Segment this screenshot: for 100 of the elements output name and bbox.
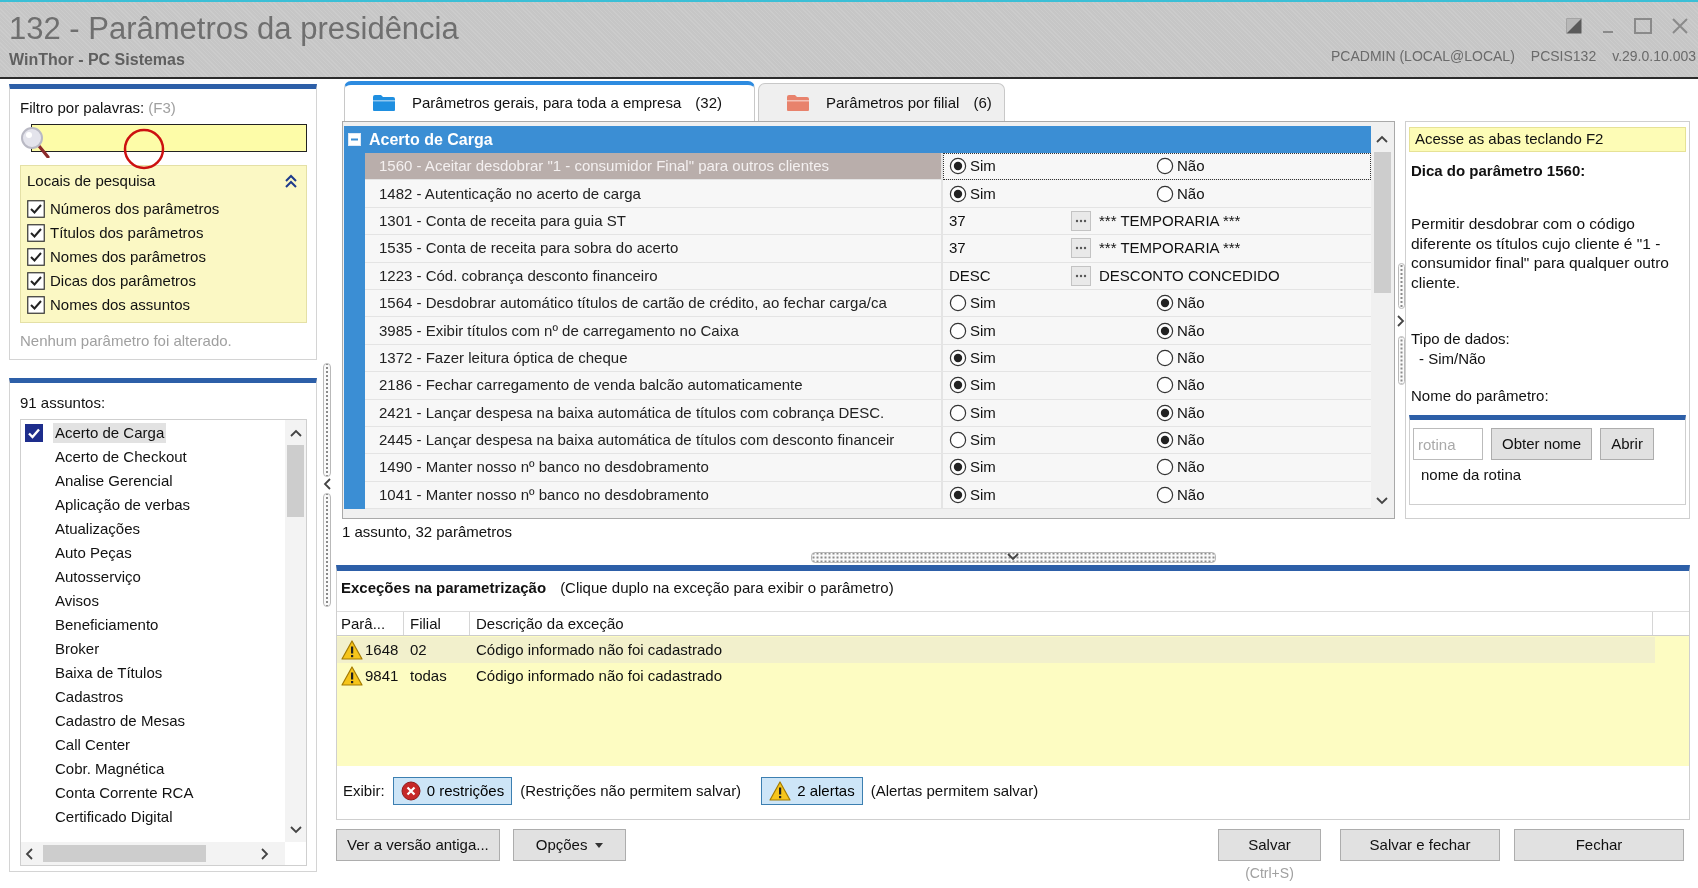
- scroll-right-icon[interactable]: [261, 847, 269, 860]
- checkbox-option[interactable]: Títulos dos parâmetros: [27, 221, 298, 245]
- subject-item[interactable]: Baixa de Títulos: [21, 661, 285, 685]
- subject-item[interactable]: Cadastros: [21, 685, 285, 709]
- subject-item[interactable]: Atualizações: [21, 517, 285, 541]
- radio-option[interactable]: Não: [1156, 403, 1205, 422]
- column-header[interactable]: Descrição da exceção: [470, 612, 1653, 635]
- subject-item[interactable]: Acerto de Carga: [21, 421, 285, 445]
- exception-row[interactable]: 1648 02 Código informado não foi cadastrado: [337, 637, 1655, 663]
- hint-title: Dica do parâmetro 1560:: [1410, 162, 1587, 180]
- radio-option[interactable]: Sim: [949, 184, 996, 203]
- parameter-name[interactable]: 1490 - Manter nosso nº banco no desdobramento: [365, 454, 943, 482]
- radio-option[interactable]: Não: [1156, 321, 1205, 340]
- filter-toggle[interactable]: 0 restrições: [392, 777, 513, 805]
- subject-item[interactable]: Call Center: [21, 733, 285, 757]
- checkbox-option[interactable]: Nomes dos parâmetros: [27, 245, 298, 269]
- radio-option[interactable]: Sim: [949, 376, 996, 395]
- subject-item[interactable]: Conta Corrente RCA: [21, 781, 285, 805]
- warning-icon: [341, 666, 363, 686]
- parameter-name[interactable]: 3985 - Exibir títulos com nº de carregamento no Caixa: [365, 317, 943, 345]
- checkbox-option[interactable]: Dicas dos parâmetros: [27, 269, 298, 293]
- radio-option[interactable]: Não: [1156, 458, 1205, 477]
- half-filled-square-icon[interactable]: [1566, 18, 1582, 34]
- scroll-thumb[interactable]: [1373, 152, 1391, 293]
- lookup-button[interactable]: [1071, 265, 1091, 286]
- radio-option[interactable]: Não: [1156, 294, 1205, 313]
- checkbox-option[interactable]: Números dos parâmetros: [27, 197, 298, 221]
- radio-option[interactable]: Não: [1156, 157, 1205, 176]
- search-field[interactable]: [31, 124, 307, 152]
- splitter-grip[interactable]: [322, 363, 331, 477]
- parameter-name[interactable]: 2445 - Lançar despesa na baixa automática de títulos com desconto financeir: [365, 426, 943, 455]
- subject-item[interactable]: Cadastro de Mesas: [21, 709, 285, 733]
- parameter-name[interactable]: 2186 - Fechar carregamento de venda balcão automaticamente: [365, 372, 943, 400]
- parameter-name[interactable]: 1223 - Cód. cobrança desconto financeiro: [365, 262, 943, 290]
- parameter-name[interactable]: 1301 - Conta de receita para guia ST: [365, 207, 943, 236]
- chevron-left-icon[interactable]: [322, 478, 331, 490]
- parameter-name[interactable]: 1482 - Autenticação no acerto de carga: [365, 180, 943, 208]
- radio-option[interactable]: Não: [1156, 376, 1205, 395]
- action-button[interactable]: Ver a versão antiga...: [336, 829, 500, 861]
- routine-field[interactable]: rotina: [1413, 428, 1483, 460]
- tab[interactable]: Parâmetros por filial (6): [758, 83, 1005, 121]
- subject-item[interactable]: Cobr. Magnética: [21, 757, 285, 781]
- radio-option[interactable]: Sim: [949, 431, 996, 450]
- chevron-down-icon[interactable]: [1007, 553, 1019, 561]
- subject-item[interactable]: Broker: [21, 637, 285, 661]
- radio-option[interactable]: Sim: [949, 348, 996, 367]
- column-header[interactable]: Filial: [404, 612, 470, 635]
- exception-row[interactable]: 9841 todas Código informado não foi cadastrado: [337, 663, 1655, 689]
- parameter-name[interactable]: 2421 - Lançar despesa na baixa automática de títulos com cobrança DESC.: [365, 399, 943, 427]
- radio-option[interactable]: Sim: [949, 157, 996, 176]
- radio-option[interactable]: Sim: [949, 403, 996, 422]
- action-button[interactable]: Abrir: [1600, 428, 1654, 460]
- subject-item[interactable]: Auto Peças: [21, 541, 285, 565]
- subject-item[interactable]: Autosserviço: [21, 565, 285, 589]
- parameter-name[interactable]: 1041 - Manter nosso nº banco no desdobramento: [365, 481, 943, 510]
- radio-option[interactable]: Sim: [949, 321, 996, 340]
- scroll-thumb[interactable]: [43, 845, 206, 862]
- scroll-down-icon[interactable]: [289, 825, 302, 834]
- lookup-button[interactable]: [1071, 210, 1091, 231]
- chevron-right-icon[interactable]: [1397, 315, 1405, 327]
- subject-item[interactable]: Beneficiamento: [21, 613, 285, 637]
- radio-option[interactable]: Não: [1156, 348, 1205, 367]
- parameter-name[interactable]: 1372 - Fazer leitura óptica de cheque: [365, 344, 943, 373]
- splitter-handle[interactable]: [810, 551, 1216, 563]
- subject-item[interactable]: Acerto de Checkout: [21, 445, 285, 469]
- subject-item[interactable]: Analise Gerencial: [21, 469, 285, 493]
- scroll-up-icon[interactable]: [289, 428, 302, 437]
- filter-toggle[interactable]: 2 alertas: [761, 777, 863, 805]
- radio-option[interactable]: Sim: [949, 294, 996, 313]
- radio-option[interactable]: Sim: [949, 485, 996, 504]
- scroll-down-icon[interactable]: [1376, 497, 1388, 505]
- splitter-grip[interactable]: [1397, 336, 1405, 385]
- splitter-grip[interactable]: [1397, 263, 1405, 309]
- column-header[interactable]: Parâ...: [337, 612, 404, 635]
- group-header[interactable]: Acerto de Carga: [344, 126, 1371, 153]
- action-button[interactable]: Obter nome: [1491, 428, 1593, 460]
- lookup-button[interactable]: [1071, 238, 1091, 259]
- scroll-left-icon[interactable]: [25, 847, 33, 860]
- tip-text: Acesse as abas teclando F2: [1409, 127, 1686, 152]
- section-title: Locais de pesquisa: [27, 172, 156, 190]
- action-button[interactable]: Fechar: [1514, 829, 1684, 861]
- subject-item[interactable]: Aplicação de verbas: [21, 493, 285, 517]
- scroll-up-icon[interactable]: [1376, 135, 1388, 143]
- radio-option[interactable]: Não: [1156, 485, 1205, 504]
- checkbox-option[interactable]: Nomes dos assuntos: [27, 293, 298, 317]
- action-button[interactable]: Salvar: [1218, 829, 1321, 861]
- radio-option[interactable]: Não: [1156, 431, 1205, 450]
- action-button[interactable]: Opções: [512, 829, 627, 861]
- action-button[interactable]: Salvar e fechar: [1340, 829, 1500, 861]
- table-cell: 02: [410, 641, 427, 659]
- parameter-name[interactable]: 1535 - Conta de receita para sobra do acerto: [365, 235, 943, 263]
- subject-item[interactable]: Certificado Digital: [21, 805, 285, 829]
- radio-option[interactable]: Não: [1156, 184, 1205, 203]
- scroll-thumb[interactable]: [287, 445, 304, 517]
- parameter-name[interactable]: 1564 - Desdobrar automático títulos de cartão de crédito, ao fechar carga/ca: [365, 289, 943, 318]
- tab[interactable]: Parâmetros gerais, para toda a empresa (32): [344, 81, 755, 121]
- subject-item[interactable]: Avisos: [21, 589, 285, 613]
- splitter-grip[interactable]: [322, 493, 331, 607]
- collapse-icon[interactable]: [284, 174, 298, 188]
- radio-option[interactable]: Sim: [949, 458, 996, 477]
